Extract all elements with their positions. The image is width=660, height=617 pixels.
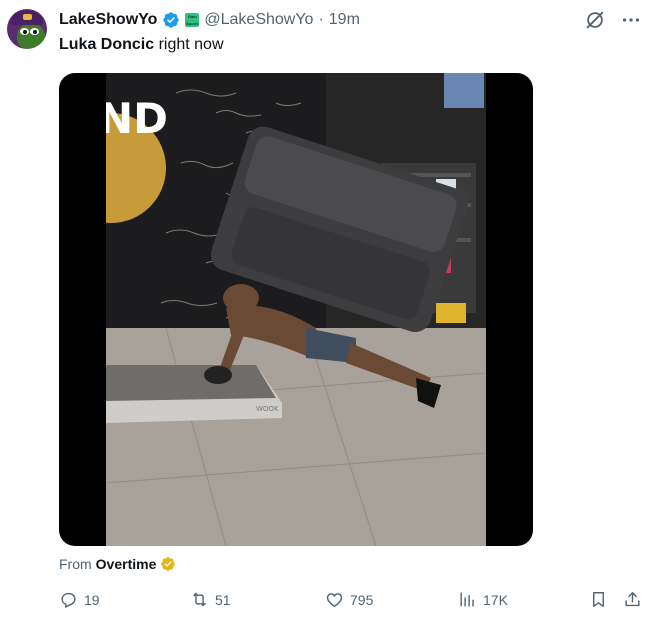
like-count: 795 xyxy=(350,591,374,608)
reply-icon xyxy=(61,592,76,608)
source-name[interactable]: Overtime xyxy=(96,556,157,572)
display-name[interactable]: LakeShowYo xyxy=(59,11,157,29)
heart-icon xyxy=(326,593,343,608)
avatar-eye-left xyxy=(20,28,29,35)
gold-verified-badge-icon[interactable] xyxy=(160,556,176,572)
tweet-text-rest: right now xyxy=(154,36,224,53)
media-video[interactable]: ND WOOK xyxy=(59,73,533,546)
video-thumbnail: ND WOOK xyxy=(106,73,486,546)
source-attribution: From Overtime xyxy=(59,556,176,572)
like-button[interactable]: 795 xyxy=(325,590,373,609)
timestamp[interactable]: 19m xyxy=(329,11,360,29)
more-icon[interactable] xyxy=(620,9,642,31)
bookmark-icon xyxy=(593,592,604,607)
avatar[interactable] xyxy=(7,9,47,49)
tweet-header: LakeShowYo Gain Sports @LakeShowYo · 19m xyxy=(59,9,360,31)
action-bar: 19 51 795 17K xyxy=(59,590,649,612)
video-frame[interactable]: ND WOOK xyxy=(106,73,486,546)
views-count: 17K xyxy=(483,591,508,608)
reply-button[interactable]: 19 xyxy=(59,590,100,609)
avatar-hat-logo xyxy=(23,14,32,20)
tweet-text: Luka Doncic right now xyxy=(59,36,224,54)
handle[interactable]: @LakeShowYo xyxy=(204,11,313,29)
grok-icon[interactable] xyxy=(584,9,606,31)
affiliate-badge-icon[interactable]: Gain Sports xyxy=(185,13,200,27)
source-prefix: From xyxy=(59,556,92,572)
views-chart-icon xyxy=(460,592,474,607)
tweet-text-bold[interactable]: Luka Doncic xyxy=(59,36,154,53)
share-icon xyxy=(625,592,640,607)
avatar-eye-right xyxy=(30,28,39,35)
views-button[interactable]: 17K xyxy=(458,590,508,609)
repost-button[interactable]: 51 xyxy=(190,590,231,609)
treadmill-brand: WOOK xyxy=(256,405,279,413)
repost-count: 51 xyxy=(215,591,231,608)
verified-badge-icon[interactable] xyxy=(162,11,180,29)
bookmark-button[interactable] xyxy=(589,590,608,609)
share-button[interactable] xyxy=(623,590,642,609)
separator: · xyxy=(318,11,324,28)
top-right-actions xyxy=(584,9,642,31)
reply-count: 19 xyxy=(84,591,100,608)
tweet: LakeShowYo Gain Sports @LakeShowYo · 19m… xyxy=(0,0,660,617)
wall-logo-text: ND xyxy=(106,94,168,143)
repost-icon xyxy=(193,592,206,607)
